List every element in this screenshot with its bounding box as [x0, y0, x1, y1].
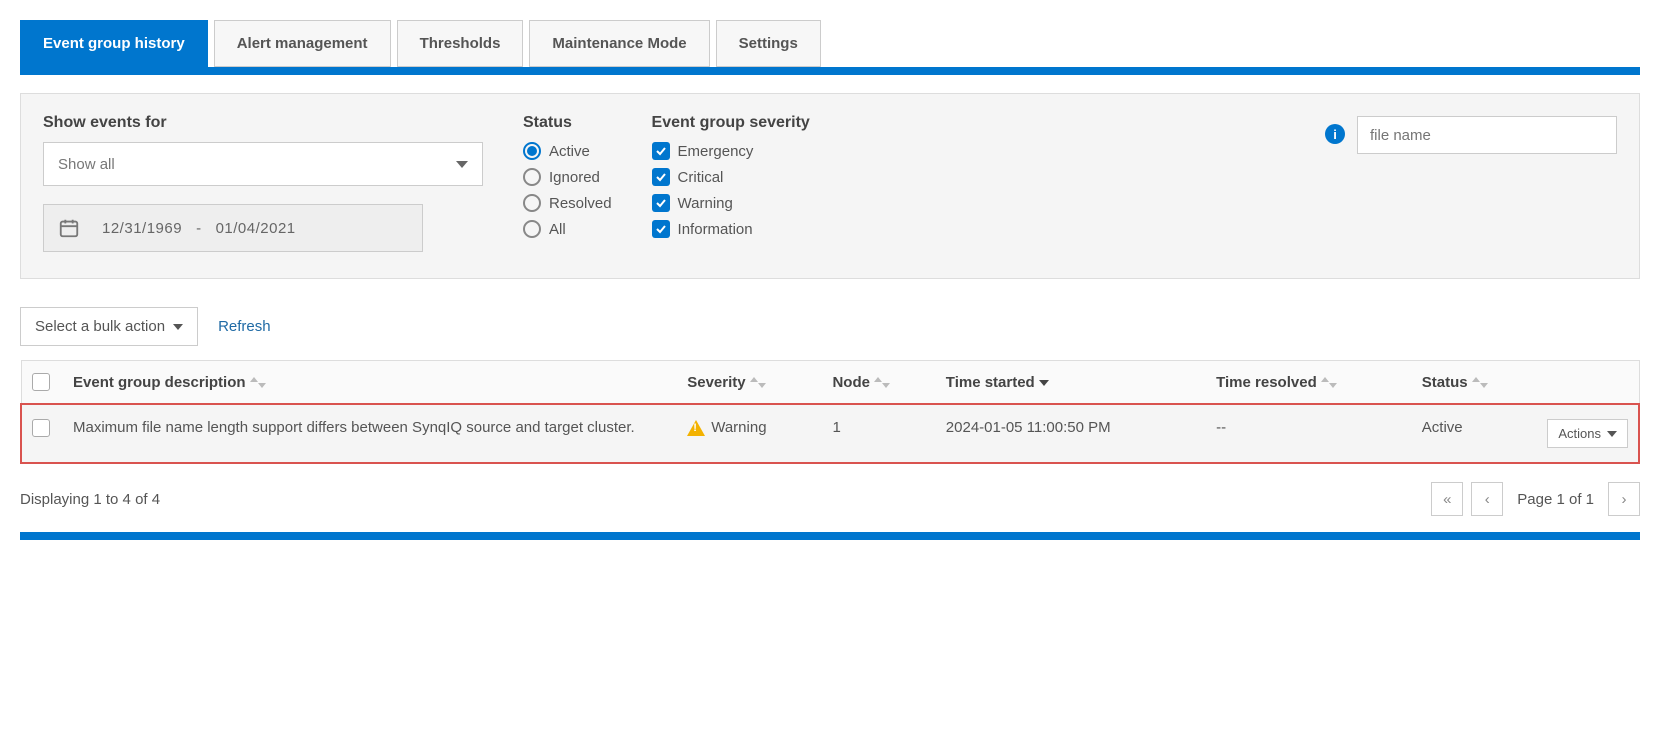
- status-radio-resolved[interactable]: Resolved: [523, 194, 612, 212]
- chevron-down-icon: [456, 161, 468, 168]
- pager: « ‹ Page 1 of 1 ›: [1431, 482, 1640, 516]
- tab-event-group-history[interactable]: Event group history: [20, 20, 208, 67]
- tab-bar: Event group history Alert management Thr…: [20, 20, 1640, 67]
- table-row: Maximum file name length support differs…: [21, 404, 1639, 463]
- checkbox-icon: [652, 142, 670, 160]
- col-severity[interactable]: Severity: [677, 361, 822, 405]
- status-label: Status: [523, 114, 612, 132]
- checkbox-label: Emergency: [678, 143, 754, 160]
- select-all-checkbox[interactable]: [32, 373, 50, 391]
- radio-label: All: [549, 221, 566, 238]
- radio-icon: [523, 142, 541, 160]
- checkbox-label: Critical: [678, 169, 724, 186]
- col-node[interactable]: Node: [822, 361, 935, 405]
- radio-label: Ignored: [549, 169, 600, 186]
- events-table: Event group description Severity Node Ti…: [20, 360, 1640, 464]
- sort-icon: [874, 377, 890, 389]
- pager-next-button[interactable]: ›: [1608, 482, 1640, 516]
- date-range-picker[interactable]: 12/31/1969 - 01/04/2021: [43, 204, 423, 252]
- date-to: 01/04/2021: [216, 220, 296, 237]
- cell-time-started: 2024-01-05 11:00:50 PM: [936, 404, 1206, 463]
- filter-status: Status Active Ignored Resolved All: [523, 114, 612, 252]
- severity-check-warning[interactable]: Warning: [652, 194, 810, 212]
- col-time-started[interactable]: Time started: [936, 361, 1206, 405]
- radio-icon: [523, 220, 541, 238]
- col-status[interactable]: Status: [1412, 361, 1538, 405]
- cell-description: Maximum file name length support differs…: [63, 404, 677, 463]
- show-events-label: Show events for: [43, 114, 483, 132]
- status-radio-active[interactable]: Active: [523, 142, 612, 160]
- status-radio-all[interactable]: All: [523, 220, 612, 238]
- show-events-value: Show all: [58, 156, 115, 173]
- cell-status: Active: [1412, 404, 1538, 463]
- checkbox-icon: [652, 194, 670, 212]
- filter-severity: Event group severity Emergency Critical …: [652, 114, 810, 252]
- table-footer: Displaying 1 to 4 of 4 « ‹ Page 1 of 1 ›: [20, 464, 1640, 526]
- row-checkbox[interactable]: [32, 419, 50, 437]
- display-count: Displaying 1 to 4 of 4: [20, 491, 160, 508]
- warning-icon: [687, 420, 705, 436]
- row-actions-dropdown[interactable]: Actions: [1547, 419, 1628, 448]
- status-radio-ignored[interactable]: Ignored: [523, 168, 612, 186]
- bulk-action-label: Select a bulk action: [35, 318, 165, 335]
- bulk-action-dropdown[interactable]: Select a bulk action: [20, 307, 198, 346]
- severity-check-information[interactable]: Information: [652, 220, 810, 238]
- sort-icon: [1321, 377, 1337, 389]
- severity-label: Event group severity: [652, 114, 810, 132]
- filter-show-events: Show events for Show all 12/31/1969 - 01…: [43, 114, 483, 252]
- info-icon[interactable]: i: [1325, 124, 1345, 144]
- cell-node: 1: [822, 404, 935, 463]
- sort-desc-icon: [1039, 380, 1049, 386]
- refresh-link[interactable]: Refresh: [218, 318, 271, 335]
- actions-label: Actions: [1558, 426, 1601, 441]
- radio-label: Resolved: [549, 195, 612, 212]
- tab-maintenance-mode[interactable]: Maintenance Mode: [529, 20, 709, 67]
- checkbox-label: Information: [678, 221, 753, 238]
- checkbox-icon: [652, 220, 670, 238]
- search-area: i: [1325, 114, 1617, 252]
- col-description[interactable]: Event group description: [63, 361, 677, 405]
- radio-icon: [523, 168, 541, 186]
- pager-prev-button[interactable]: ‹: [1471, 482, 1503, 516]
- radio-icon: [523, 194, 541, 212]
- show-events-dropdown[interactable]: Show all: [43, 142, 483, 186]
- severity-check-emergency[interactable]: Emergency: [652, 142, 810, 160]
- filter-panel: Show events for Show all 12/31/1969 - 01…: [20, 93, 1640, 279]
- cell-severity: Warning: [677, 404, 822, 463]
- sort-icon: [250, 377, 266, 389]
- date-separator: -: [196, 220, 202, 237]
- date-from: 12/31/1969: [102, 220, 182, 237]
- toolbar: Select a bulk action Refresh: [20, 307, 1640, 346]
- col-time-resolved[interactable]: Time resolved: [1206, 361, 1412, 405]
- calendar-icon: [58, 217, 80, 239]
- radio-label: Active: [549, 143, 590, 160]
- caret-down-icon: [173, 324, 183, 330]
- bottom-bar: [20, 532, 1640, 540]
- severity-check-critical[interactable]: Critical: [652, 168, 810, 186]
- search-input[interactable]: [1357, 116, 1617, 154]
- sort-icon: [750, 377, 766, 389]
- tab-settings[interactable]: Settings: [716, 20, 821, 67]
- checkbox-label: Warning: [678, 195, 733, 212]
- caret-down-icon: [1607, 431, 1617, 437]
- tab-alert-management[interactable]: Alert management: [214, 20, 391, 67]
- tab-thresholds[interactable]: Thresholds: [397, 20, 524, 67]
- pager-first-button[interactable]: «: [1431, 482, 1463, 516]
- checkbox-icon: [652, 168, 670, 186]
- sort-icon: [1472, 377, 1488, 389]
- tab-underline: [20, 67, 1640, 75]
- page-label: Page 1 of 1: [1511, 491, 1600, 508]
- cell-time-resolved: --: [1206, 404, 1412, 463]
